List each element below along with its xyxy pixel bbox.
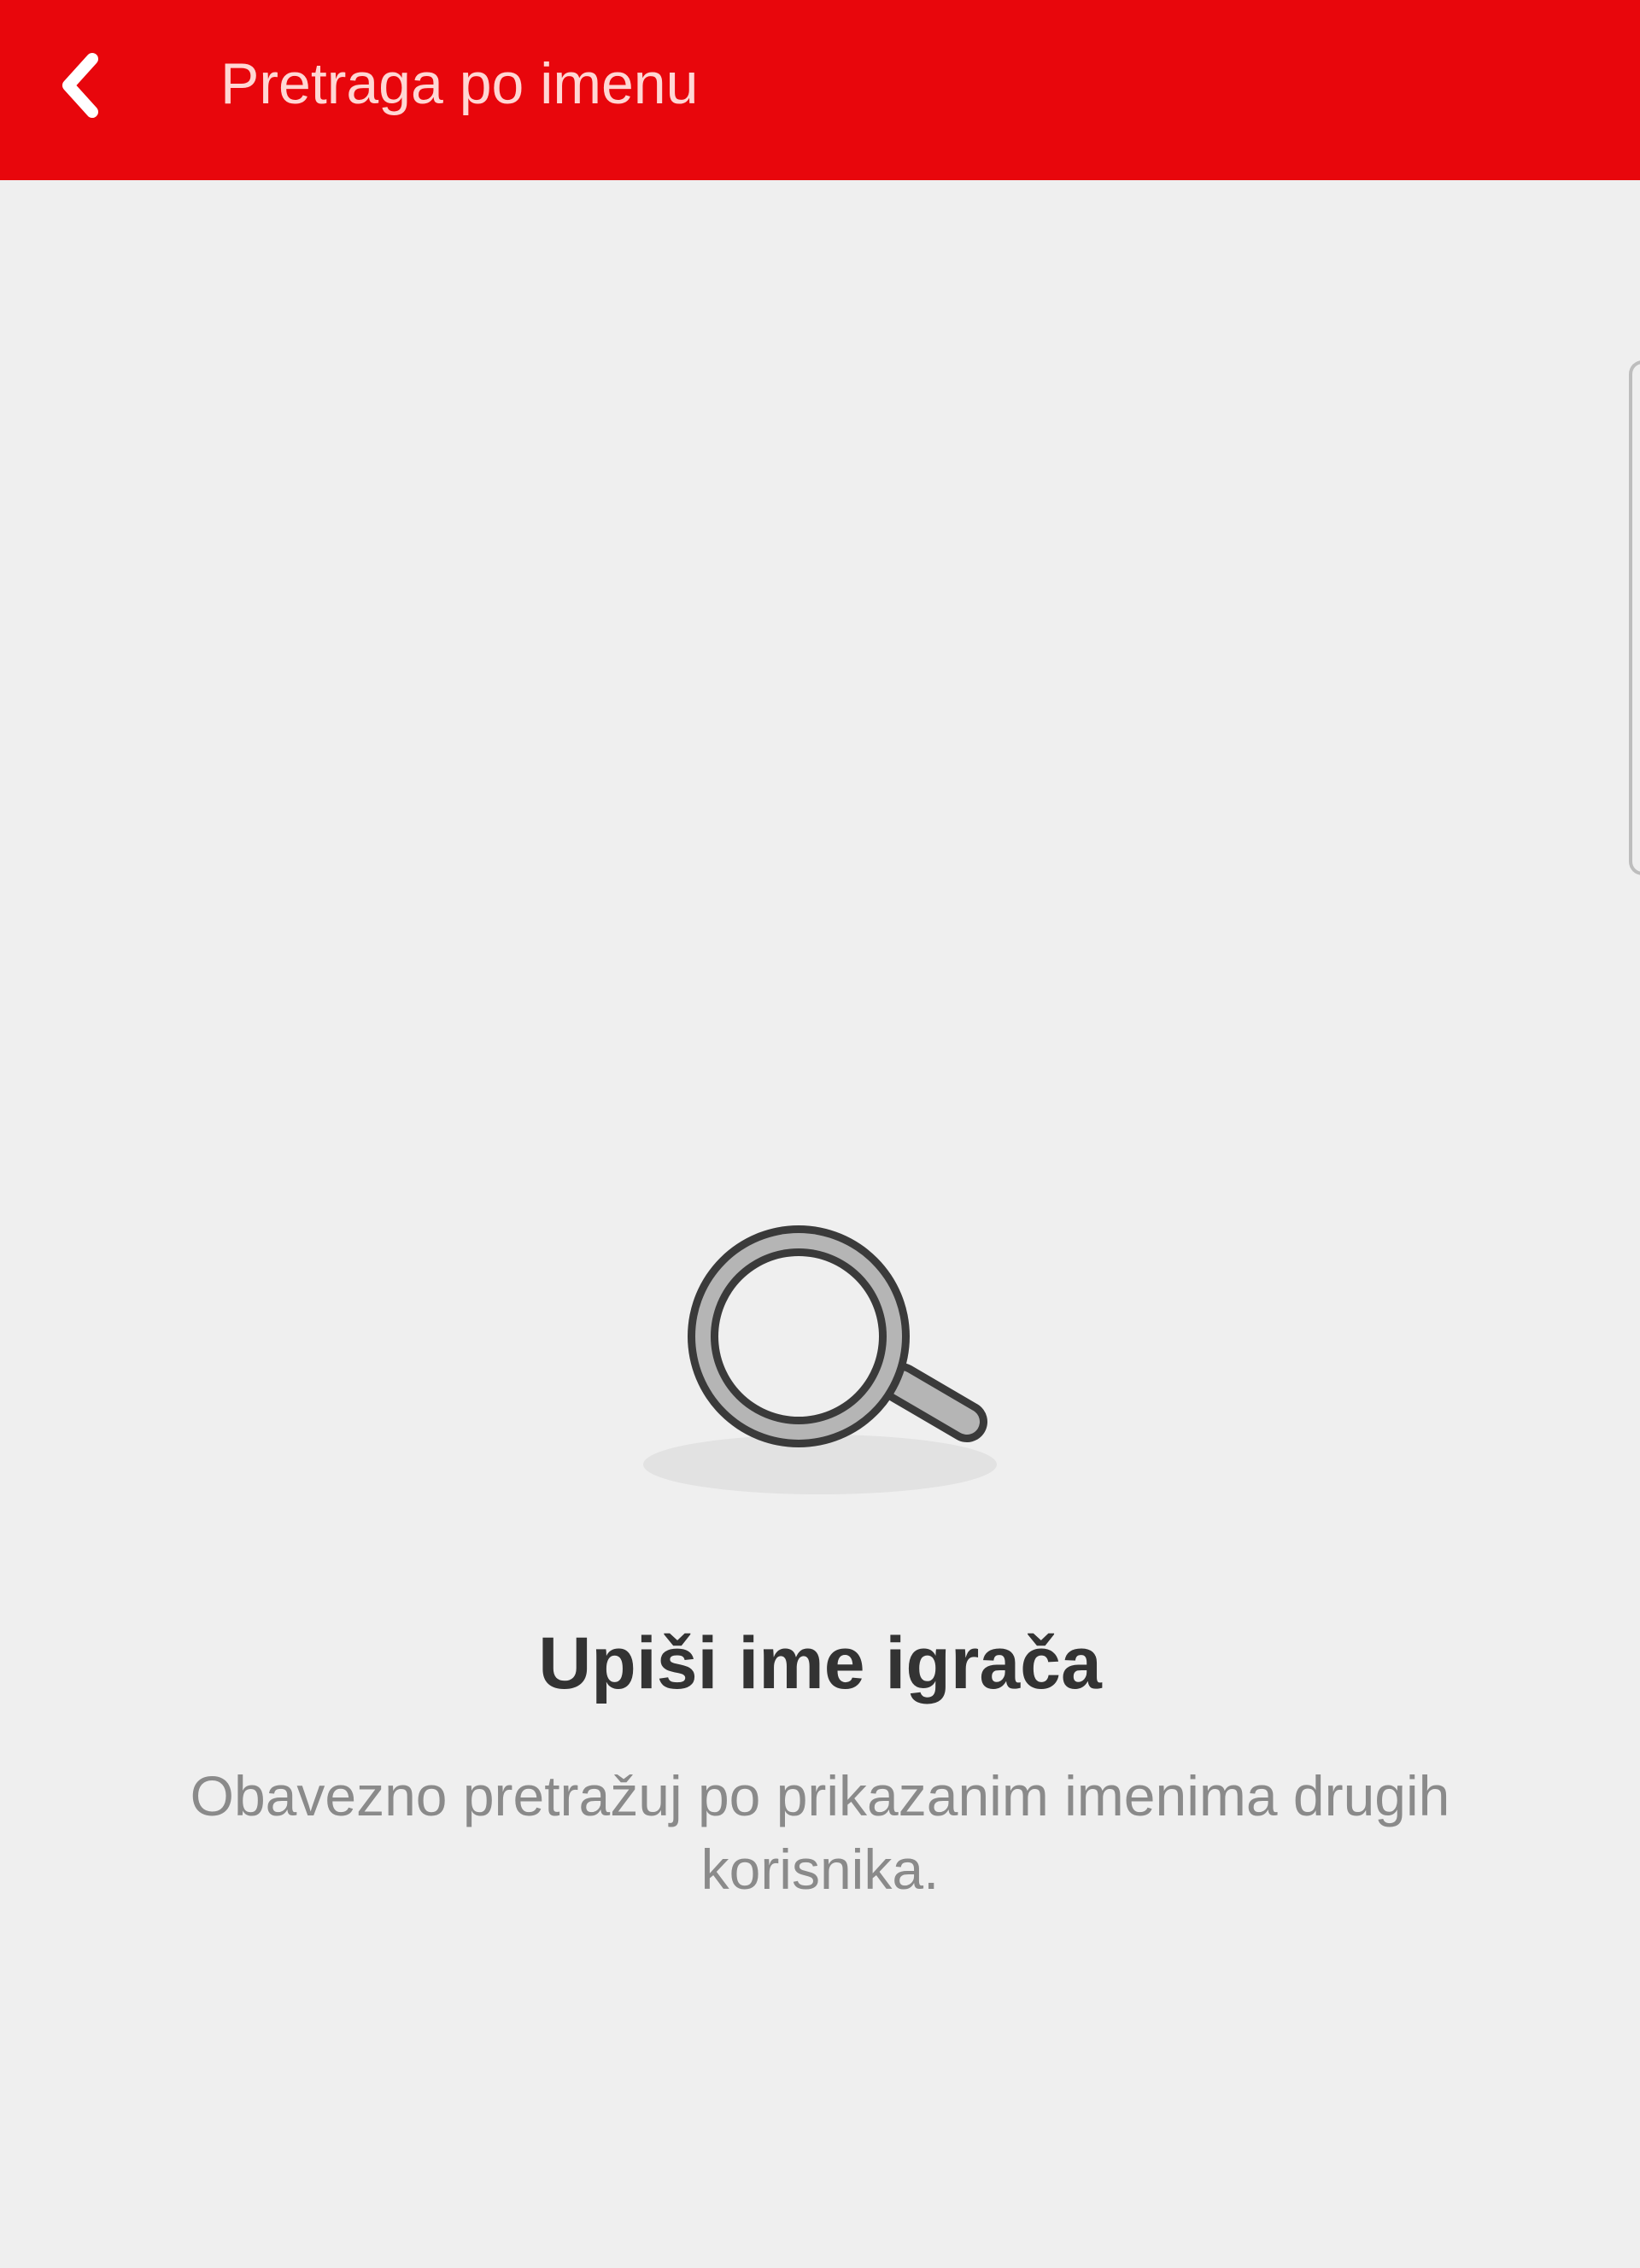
chevron-left-icon bbox=[62, 53, 98, 118]
app-bar: Pretraga po imenu bbox=[0, 0, 1640, 180]
search-icon bbox=[643, 1225, 997, 1494]
search-illustration bbox=[641, 1187, 999, 1503]
side-panel-handle[interactable] bbox=[1629, 360, 1640, 875]
back-button[interactable] bbox=[34, 30, 128, 141]
empty-state-title: Upiši ime igrača bbox=[538, 1622, 1102, 1704]
page-title: Pretraga po imenu bbox=[220, 51, 699, 116]
empty-state-subtitle: Obavezno pretražuj po prikazanim imenima… bbox=[190, 1764, 1450, 1901]
